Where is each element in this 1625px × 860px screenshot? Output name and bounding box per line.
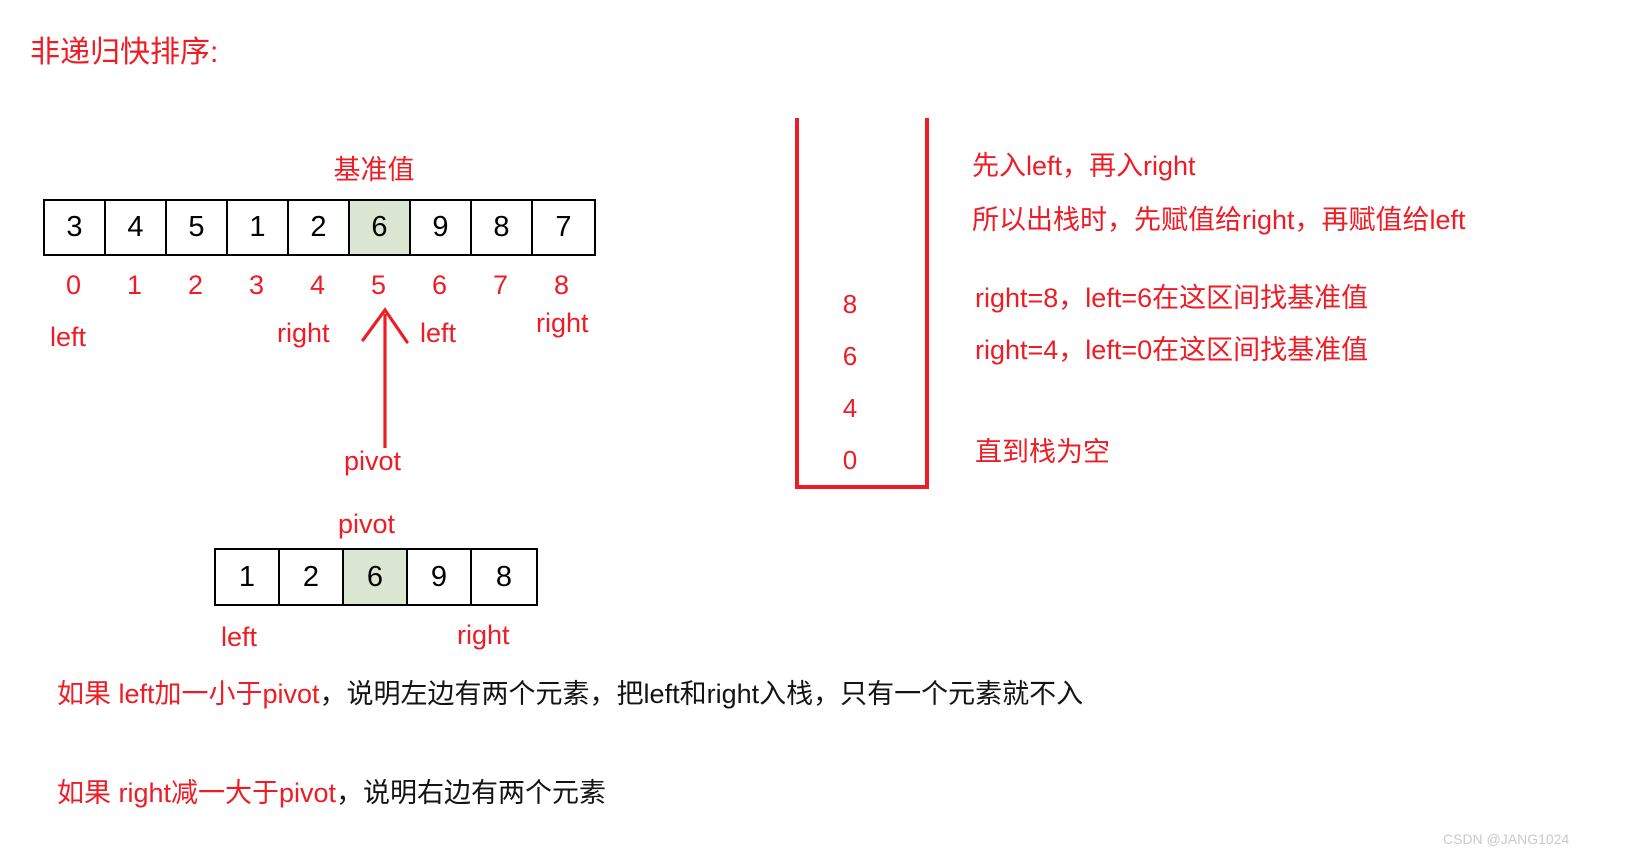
array1-index: 8 (553, 270, 570, 300)
stack-value: 4 (842, 393, 858, 423)
array1-pointer-left: left (50, 322, 87, 352)
array1-index: 0 (65, 270, 82, 300)
stack-values: 8 6 4 0 (800, 278, 900, 486)
array1-cell-pivot: 6 (350, 201, 411, 254)
rule-line-left-red: 如果 left加一小于pivot (57, 679, 320, 709)
array1-cell: 7 (533, 201, 594, 254)
rule-line-right: 如果 right减一大于pivot，说明右边有两个元素 (57, 777, 606, 809)
stack-note-range-right: right=8，left=6在这区间找基准值 (975, 283, 1369, 313)
stack-note-pop-order: 所以出栈时，先赋值给right，再赋值给left (972, 205, 1466, 235)
array1-index: 4 (309, 270, 326, 300)
rule-line-left-black: ，说明左边有两个元素，把left和right入栈，只有一个元素就不入 (319, 679, 1084, 709)
array1-cell: 3 (45, 201, 106, 254)
stack-note-until-empty: 直到栈为空 (975, 437, 1110, 467)
page-title: 非递归快排序: (30, 36, 219, 69)
array1-cell: 5 (167, 201, 228, 254)
array1-index: 5 (370, 270, 387, 300)
array1-index-row: 0 1 2 3 4 5 6 7 8 (43, 270, 592, 300)
array1-caption: 基准值 (43, 155, 595, 185)
array1-pointer-right2: right (536, 308, 589, 338)
array1-index: 3 (248, 270, 265, 300)
stack-value: 8 (842, 289, 858, 319)
stack-note-range-left: right=4，left=0在这区间找基准值 (975, 335, 1369, 365)
stack-value: 6 (842, 341, 858, 371)
array2-pointer-right: right (457, 620, 510, 650)
array2-pointer-left: left (221, 622, 258, 652)
array1-cell: 9 (411, 201, 472, 254)
array1-index: 1 (126, 270, 143, 300)
rule-line-right-red: 如果 right减一大于pivot (57, 778, 337, 808)
array2-cell-pivot: 6 (344, 550, 408, 604)
stack-note-push-order: 先入left，再入right (972, 151, 1196, 181)
array2-cell: 8 (472, 550, 536, 604)
array1-index: 6 (431, 270, 448, 300)
array1-cell: 2 (289, 201, 350, 254)
array1-pointer-right: right (277, 318, 330, 348)
array1-caption-text: 基准值 (333, 155, 415, 185)
array1-table: 3 4 5 1 2 6 9 8 7 (43, 199, 596, 256)
rule-line-right-black: ，说明右边有两个元素 (336, 778, 607, 808)
rule-line-left: 如果 left加一小于pivot，说明左边有两个元素，把left和right入栈… (57, 678, 1083, 710)
array2-pivot-caption: pivot (338, 509, 396, 539)
array2-cell: 9 (408, 550, 472, 604)
array1-index: 7 (492, 270, 509, 300)
array1-cell: 1 (228, 201, 289, 254)
array2-table: 1 2 6 9 8 (214, 548, 538, 606)
pivot-arrow-icon (361, 307, 409, 448)
array1-index: 2 (187, 270, 204, 300)
stack-value: 0 (842, 445, 858, 475)
array2-cell: 2 (280, 550, 344, 604)
watermark: CSDN @JANG1024 (1443, 831, 1570, 847)
array1-cell: 8 (472, 201, 533, 254)
array1-pivot-label: pivot (344, 446, 402, 476)
array2-cell: 1 (216, 550, 280, 604)
array1-cell: 4 (106, 201, 167, 254)
